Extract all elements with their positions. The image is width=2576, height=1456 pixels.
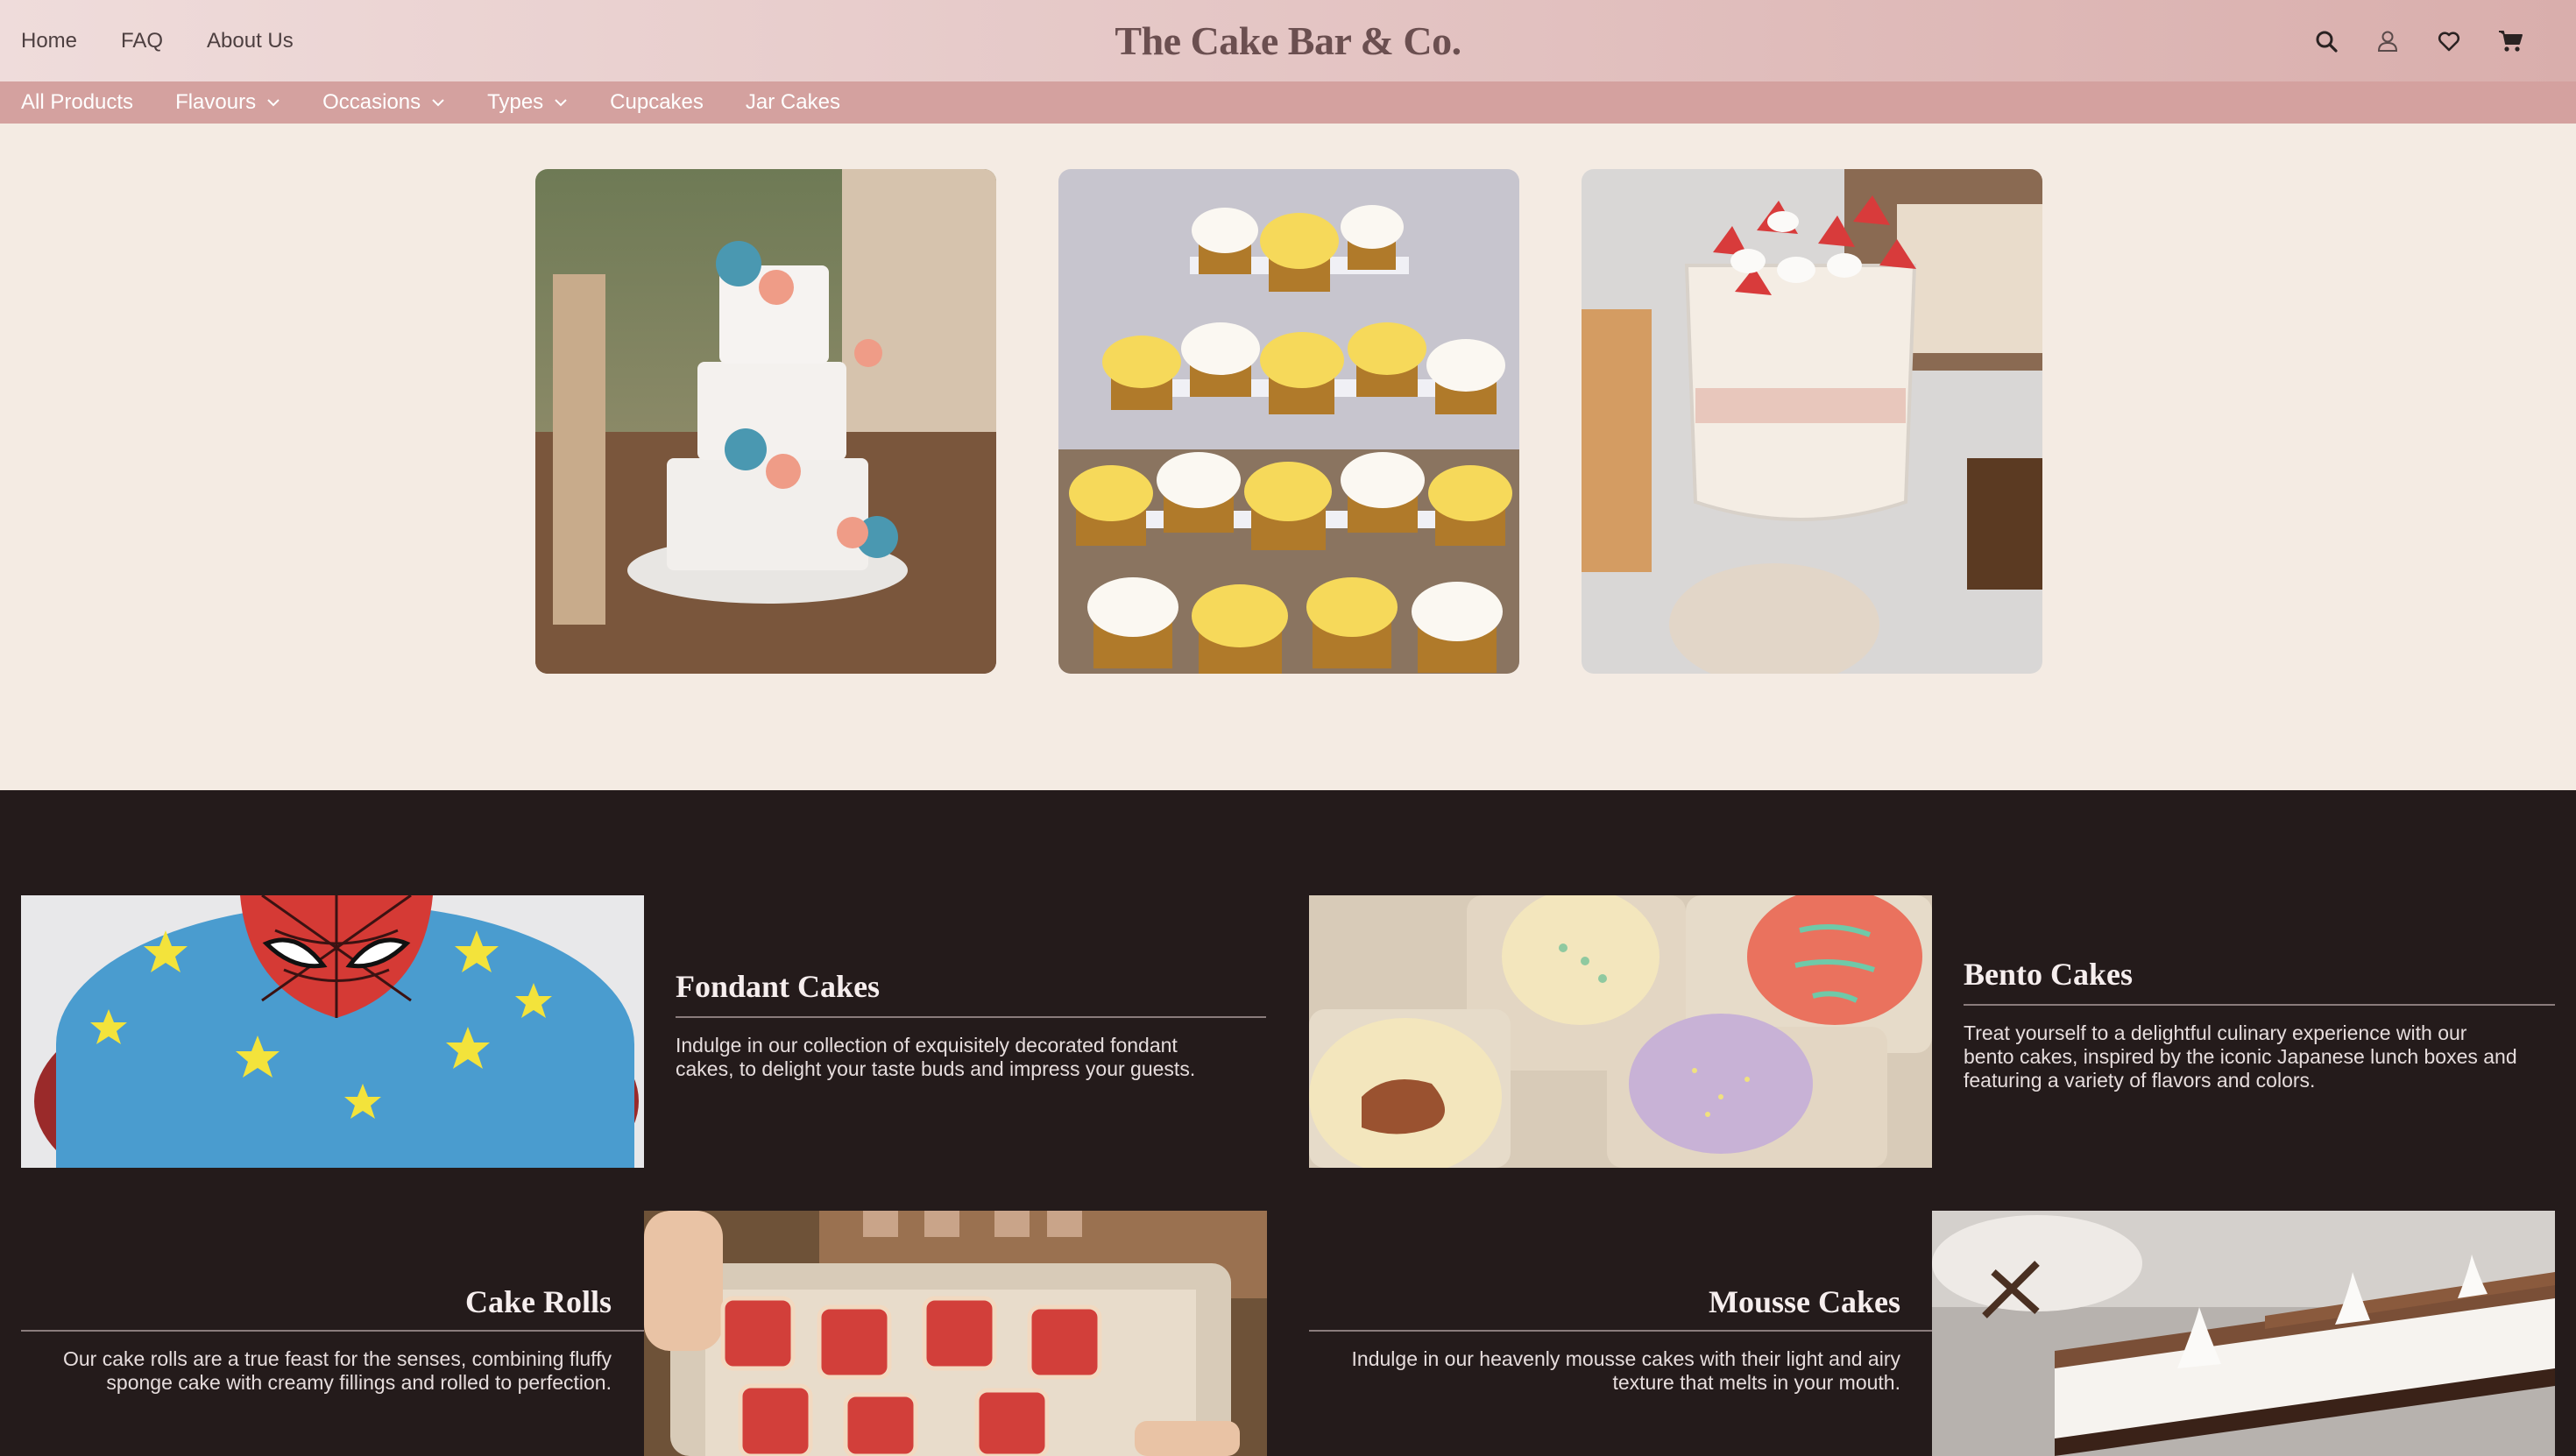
nav-about-link[interactable]: About Us <box>207 29 294 53</box>
description-line: texture that melts in your mouth. <box>1612 1371 1900 1394</box>
account-button[interactable] <box>2357 15 2418 67</box>
category-occasions[interactable]: Occasions <box>322 90 445 115</box>
category-flavours[interactable]: Flavours <box>175 90 280 115</box>
top-header: Home FAQ About Us The Cake Bar & Co. <box>0 0 2576 81</box>
chevron-down-icon <box>432 99 444 107</box>
brand-title[interactable]: The Cake Bar & Co. <box>1115 18 1461 64</box>
divider <box>1964 1004 2555 1006</box>
mousse-cake-slices-photo[interactable] <box>1932 1211 2555 1456</box>
description-line: Our cake rolls are a true feast for the … <box>63 1347 612 1370</box>
product-title[interactable]: Bento Cakes <box>1964 956 2133 993</box>
nav-home-link[interactable]: Home <box>21 29 77 53</box>
heart-icon <box>2438 31 2460 51</box>
cart-icon <box>2499 30 2523 52</box>
tiered-wedding-cake-photo[interactable] <box>535 169 996 674</box>
category-cupcakes[interactable]: Cupcakes <box>610 90 704 115</box>
chevron-down-icon <box>555 99 567 107</box>
product-description: Indulge in our collection of exquisitely… <box>676 1034 1266 1081</box>
main-nav: Home FAQ About Us <box>21 0 337 81</box>
category-label: Flavours <box>175 90 257 114</box>
search-button[interactable] <box>2296 15 2357 67</box>
category-jar-cakes[interactable]: Jar Cakes <box>746 90 840 115</box>
wishlist-button[interactable] <box>2418 15 2480 67</box>
product-description: Treat yourself to a delightful culinary … <box>1964 1021 2555 1092</box>
category-label: All Products <box>21 90 134 114</box>
description-line: sponge cake with creamy fillings and rol… <box>106 1371 612 1394</box>
product-description: Our cake rolls are a true feast for the … <box>21 1347 612 1395</box>
jar-cake-photo[interactable] <box>1582 169 2042 674</box>
cake-rolls-tray-photo[interactable] <box>644 1211 1267 1456</box>
category-label: Types <box>487 90 544 114</box>
spiderman-fondant-cake-photo[interactable] <box>21 895 644 1168</box>
search-icon <box>2316 31 2338 53</box>
description-line: Indulge in our heavenly mousse cakes wit… <box>1351 1347 1900 1370</box>
cupcake-tower-photo[interactable] <box>1058 169 1519 674</box>
category-bar: All Products Flavours Occasions Types Cu… <box>0 81 2576 124</box>
chevron-down-icon <box>267 99 280 107</box>
product-title[interactable]: Mousse Cakes <box>1309 1283 1900 1320</box>
header-tools <box>2296 0 2541 81</box>
category-all-products[interactable]: All Products <box>21 90 133 115</box>
description-line: Treat yourself to a delightful culinary … <box>1964 1021 2467 1044</box>
product-description: Indulge in our heavenly mousse cakes wit… <box>1309 1347 1900 1395</box>
description-line: cakes, to delight your taste buds and im… <box>676 1057 1196 1080</box>
category-types[interactable]: Types <box>487 90 568 115</box>
description-line: featuring a variety of flavors and color… <box>1964 1069 2316 1092</box>
divider <box>676 1016 1266 1018</box>
category-label: Occasions <box>322 90 421 114</box>
product-title[interactable]: Fondant Cakes <box>676 968 880 1005</box>
nav-faq-link[interactable]: FAQ <box>121 29 163 53</box>
divider <box>21 1330 644 1332</box>
description-line: bento cakes, inspired by the iconic Japa… <box>1964 1045 2517 1068</box>
product-title[interactable]: Cake Rolls <box>21 1283 612 1320</box>
category-label: Cupcakes <box>610 90 704 114</box>
description-line: Indulge in our collection of exquisitely… <box>676 1034 1178 1057</box>
divider <box>1309 1330 1932 1332</box>
bento-cakes-photo[interactable] <box>1309 895 1932 1168</box>
user-icon <box>2377 31 2398 52</box>
category-label: Jar Cakes <box>745 90 840 114</box>
brand-logo: The Cake Bar & Co. <box>0 0 2576 81</box>
cart-button[interactable] <box>2480 15 2541 67</box>
